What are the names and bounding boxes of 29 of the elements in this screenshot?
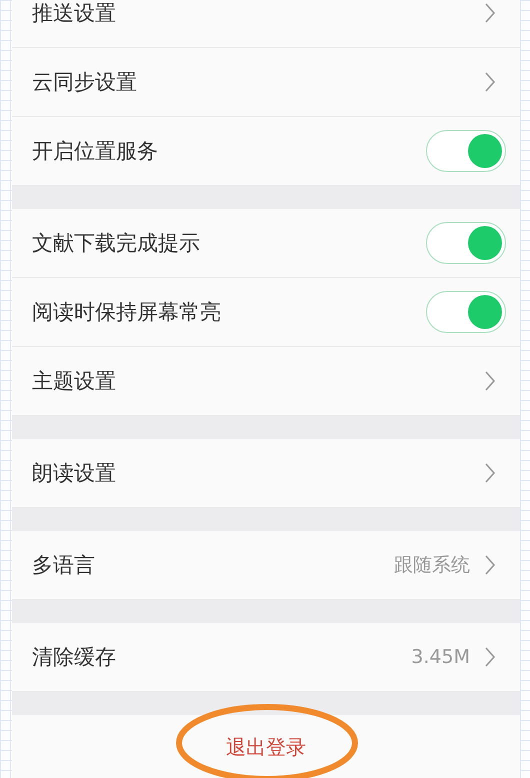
row-label: 多语言: [32, 552, 95, 579]
settings-row[interactable]: 清除缓存 3.45M: [12, 623, 520, 692]
toggle-switch[interactable]: [426, 130, 506, 172]
row-label: 文献下载完成提示: [32, 230, 200, 257]
row-value: 跟随系统: [394, 553, 470, 578]
settings-row[interactable]: 主题设置: [12, 347, 520, 416]
settings-row[interactable]: 推送设置: [12, 0, 520, 48]
row-label: 阅读时保持屏幕常亮: [32, 299, 221, 326]
toggle-switch[interactable]: [426, 222, 506, 264]
toggle-switch[interactable]: [426, 291, 506, 333]
chevron-icon: [484, 370, 496, 392]
row-value: 3.45M: [411, 646, 470, 668]
chevron-icon: [484, 646, 496, 668]
chevron-icon: [484, 554, 496, 576]
settings-row[interactable]: 多语言 跟随系统: [12, 531, 520, 600]
row-label: 云同步设置: [32, 69, 137, 96]
row-label: 主题设置: [32, 368, 116, 395]
settings-row[interactable]: 云同步设置: [12, 48, 520, 117]
row-label: 清除缓存: [32, 644, 116, 671]
chevron-icon: [484, 462, 496, 484]
chevron-icon: [484, 2, 496, 24]
row-label: 朗读设置: [32, 460, 116, 487]
settings-row[interactable]: 朗读设置: [12, 439, 520, 508]
settings-row[interactable]: 文献下载完成提示: [12, 209, 520, 278]
row-label: 推送设置: [32, 0, 116, 27]
chevron-icon: [484, 71, 496, 93]
settings-row[interactable]: 开启位置服务: [12, 117, 520, 186]
settings-row[interactable]: 阅读时保持屏幕常亮: [12, 278, 520, 347]
row-label: 开启位置服务: [32, 138, 158, 165]
